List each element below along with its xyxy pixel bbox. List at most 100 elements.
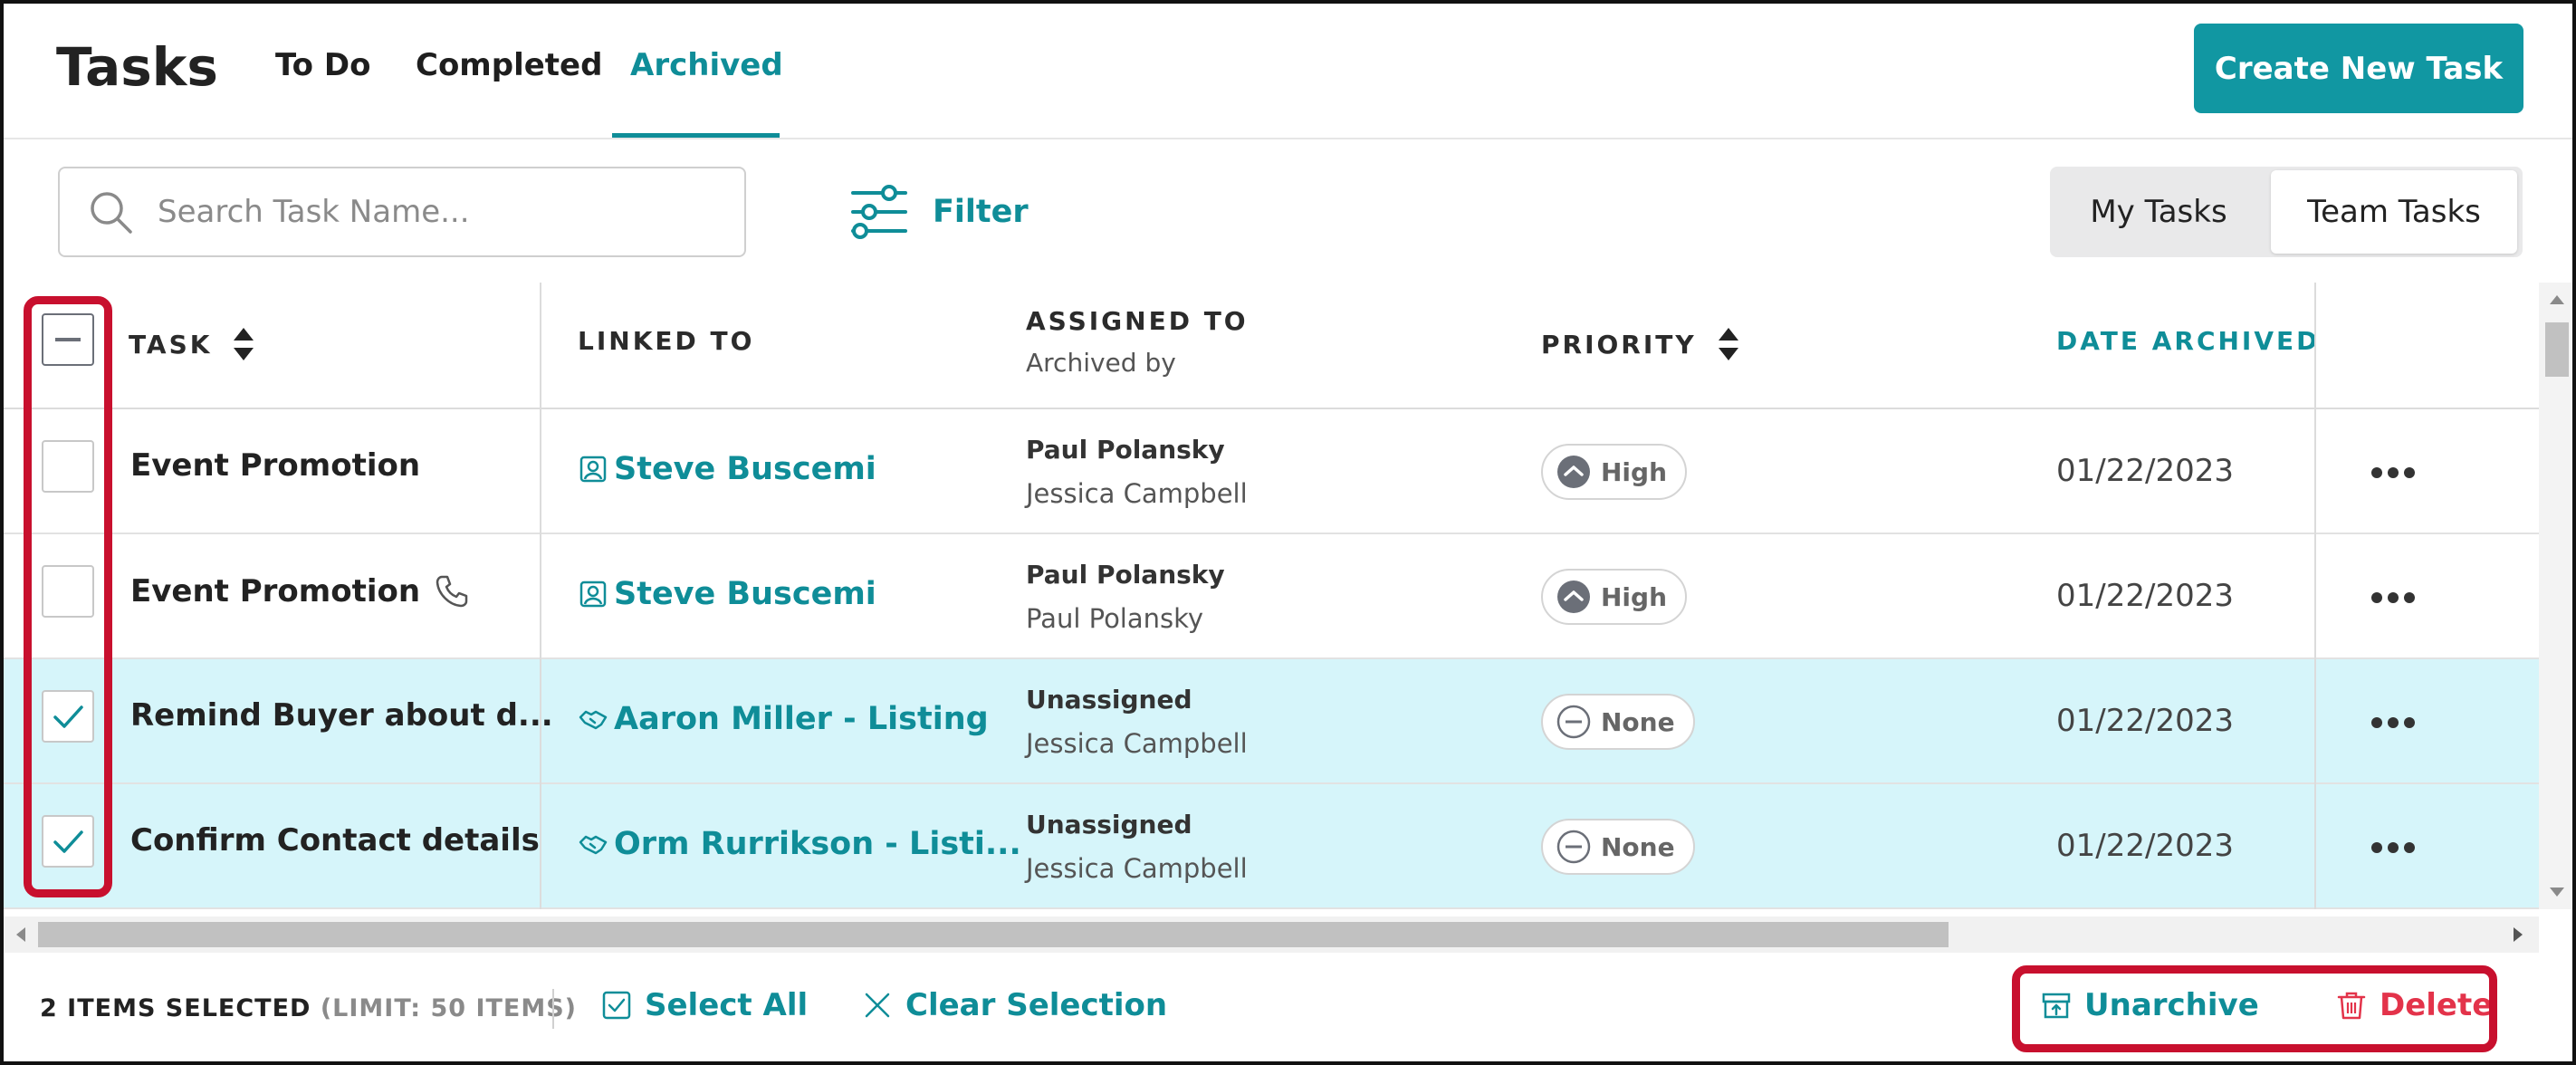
column-priority[interactable]: PRIORITY (1541, 326, 1740, 362)
vertical-scroll-thumb[interactable] (2545, 322, 2569, 377)
column-task[interactable]: TASK (129, 326, 255, 362)
trash-icon (2337, 992, 2366, 1020)
horizontal-scroll-thumb[interactable] (38, 922, 1949, 947)
column-date-archived[interactable]: DATE ARCHIVED (2056, 326, 2320, 356)
handshake-icon (579, 835, 608, 855)
scroll-down-arrow-icon[interactable] (2550, 888, 2564, 897)
active-tab-indicator (612, 133, 780, 138)
column-divider (2314, 283, 2316, 909)
table-row[interactable]: Remind Buyer about d... Aaron Miller - L… (4, 659, 2539, 784)
checkbox-checked-icon (602, 991, 631, 1020)
assigned-to: Unassigned (1026, 685, 1192, 715)
my-tasks-option[interactable]: My Tasks (2050, 167, 2267, 257)
priority-none-icon (1556, 705, 1591, 739)
table-header: TASK LINKED TO ASSIGNED TO Archived by P… (4, 283, 2539, 409)
indeterminate-minus-icon (55, 338, 81, 341)
archived-by: Jessica Campbell (1026, 728, 1248, 759)
bulk-action-bar: 2 ITEMS SELECTED (LIMIT: 50 ITEMS) Selec… (4, 955, 2572, 1061)
task-name[interactable]: Remind Buyer about d... (130, 697, 553, 734)
table-row[interactable]: Confirm Contact details Orm Rurrikson - … (4, 784, 2539, 909)
date-archived: 01/22/2023 (2056, 453, 2234, 489)
tasks-table: TASK LINKED TO ASSIGNED TO Archived by P… (4, 283, 2539, 909)
delete-button[interactable]: Delete (2336, 987, 2493, 1023)
task-name[interactable]: Event Promotion (130, 572, 471, 610)
archived-by: Paul Polansky (1026, 603, 1204, 634)
scroll-up-arrow-icon[interactable] (2550, 295, 2564, 304)
priority-badge: None (1541, 694, 1695, 750)
column-task-label: TASK (129, 329, 213, 360)
horizontal-scrollbar[interactable] (4, 916, 2539, 953)
row-checkbox[interactable] (42, 690, 94, 743)
sort-icon (1718, 328, 1738, 360)
task-scope-toggle: My Tasks Team Tasks (2050, 167, 2523, 257)
search-icon (91, 192, 132, 234)
row-checkbox[interactable] (42, 565, 94, 618)
date-archived: 01/22/2023 (2056, 703, 2234, 739)
assigned-to: Unassigned (1026, 810, 1192, 840)
scroll-left-arrow-icon[interactable] (16, 927, 25, 942)
row-more-options[interactable] (2369, 820, 2418, 862)
tasks-window: Tasks To Do Completed Archived Create Ne… (0, 0, 2576, 1065)
column-assigned-to: ASSIGNED TO (1026, 306, 1249, 336)
create-new-task-button[interactable]: Create New Task (2194, 24, 2523, 113)
tab-completed[interactable]: Completed (416, 47, 602, 83)
column-priority-label: PRIORITY (1541, 329, 1697, 360)
selection-limit: (LIMIT: 50 ITEMS) (320, 994, 578, 1022)
tab-to-do[interactable]: To Do (275, 47, 370, 83)
archived-by: Jessica Campbell (1026, 478, 1248, 509)
team-tasks-option[interactable]: Team Tasks (2271, 170, 2517, 254)
priority-high-icon (1557, 456, 1590, 488)
unarchive-icon (2042, 993, 2071, 1019)
page-title: Tasks (56, 36, 218, 98)
priority-badge: High (1541, 444, 1688, 500)
unarchive-button[interactable]: Unarchive (2041, 987, 2259, 1023)
row-more-options[interactable] (2369, 696, 2418, 737)
row-more-options[interactable] (2369, 446, 2418, 487)
row-more-options[interactable] (2369, 571, 2418, 612)
search-placeholder: Search Task Name... (158, 194, 470, 230)
column-archived-by: Archived by (1026, 348, 1176, 378)
contact-icon (579, 580, 607, 608)
tab-archived[interactable]: Archived (630, 47, 783, 83)
date-archived: 01/22/2023 (2056, 578, 2234, 614)
linked-to-link[interactable]: Orm Rurrikson - Listi... (578, 826, 1021, 862)
assigned-to: Paul Polansky (1026, 435, 1225, 465)
linked-to-link[interactable]: Steve Buscemi (578, 451, 876, 487)
priority-none-icon (1556, 830, 1591, 864)
task-name[interactable]: Event Promotion (130, 447, 420, 484)
archived-by: Jessica Campbell (1026, 853, 1248, 884)
handshake-icon (579, 710, 608, 730)
priority-badge: None (1541, 819, 1695, 875)
contact-icon (579, 456, 607, 483)
phone-icon (436, 575, 468, 608)
row-checkbox[interactable] (42, 815, 94, 868)
assigned-to: Paul Polansky (1026, 560, 1225, 590)
filter-label: Filter (933, 194, 1029, 230)
selection-count: 2 ITEMS SELECTED (LIMIT: 50 ITEMS) (40, 994, 578, 1022)
task-name[interactable]: Confirm Contact details (130, 822, 540, 859)
select-all-button[interactable]: Select All (601, 987, 808, 1023)
checkmark-icon (53, 705, 83, 728)
table-row[interactable]: Event Promotion Steve Buscemi Paul Polan… (4, 409, 2539, 534)
filter-button[interactable]: Filter (849, 176, 1029, 248)
priority-badge: High (1541, 569, 1688, 625)
priority-high-icon (1557, 580, 1590, 613)
linked-to-link[interactable]: Aaron Miller - Listing (578, 701, 989, 737)
column-linked-to: LINKED TO (578, 326, 755, 356)
row-checkbox[interactable] (42, 440, 94, 493)
column-divider (540, 283, 541, 909)
search-input[interactable]: Search Task Name... (58, 167, 746, 257)
checkmark-icon (53, 830, 83, 853)
select-all-checkbox[interactable] (42, 313, 94, 366)
divider (552, 989, 554, 1029)
vertical-scrollbar[interactable] (2539, 283, 2572, 909)
scroll-right-arrow-icon[interactable] (2514, 927, 2523, 942)
sort-icon (234, 328, 254, 360)
close-icon (865, 993, 890, 1018)
linked-to-link[interactable]: Steve Buscemi (578, 576, 876, 612)
header: Tasks To Do Completed Archived Create Ne… (4, 4, 2572, 139)
date-archived: 01/22/2023 (2056, 828, 2234, 864)
clear-selection-button[interactable]: Clear Selection (862, 987, 1167, 1023)
table-row[interactable]: Event Promotion Steve Buscemi Paul Polan… (4, 534, 2539, 659)
filter-sliders-icon (851, 185, 907, 239)
